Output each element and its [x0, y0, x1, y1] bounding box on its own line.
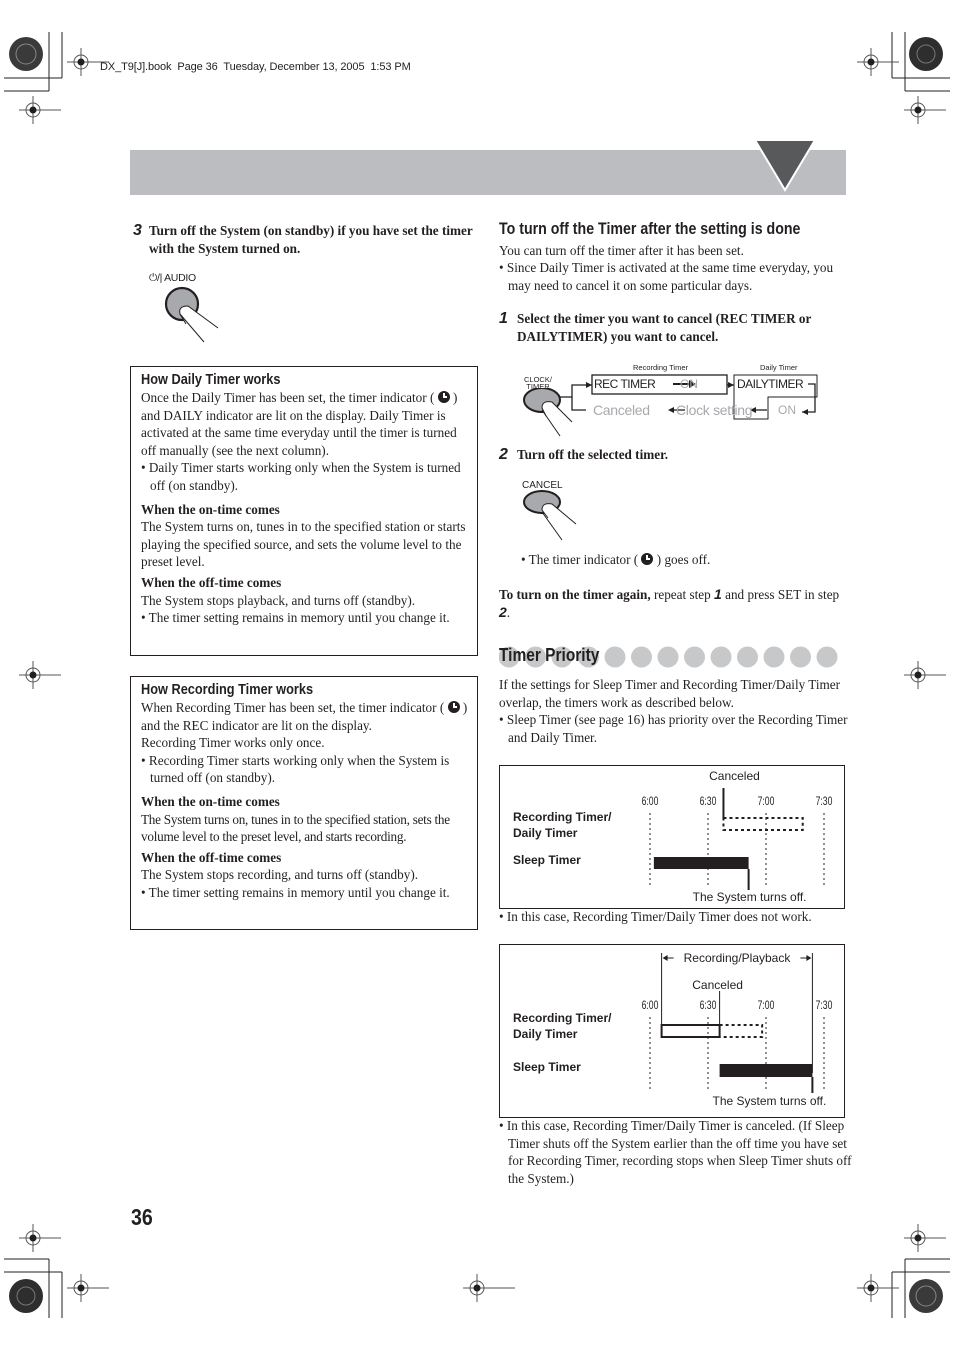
- banner-triangle-icon: [755, 140, 817, 192]
- sleep-timer-bar: [653, 857, 749, 869]
- daily-on-time-text: The System turns on, tunes in to the spe…: [141, 519, 466, 570]
- x-tick-label: 7:00: [758, 1000, 775, 1013]
- page-number: 36: [131, 1204, 153, 1230]
- timer-indicator-icon: [447, 701, 460, 713]
- step-number: 2: [499, 446, 508, 463]
- rec-intro: When Recording Timer has been set, the t…: [141, 700, 468, 733]
- flow-dailytimer: DAILYTIMER: [737, 377, 804, 391]
- rec-on-time-text: The System turns on, tunes in to the spe…: [141, 811, 450, 845]
- priority-intro: If the settings for Sleep Timer and Reco…: [499, 677, 841, 710]
- timer-indicator-icon: [641, 553, 654, 565]
- timer-priority-heading: Timer Priority: [499, 645, 600, 665]
- x-tick-label: 7:00: [758, 796, 775, 809]
- section-banner: [130, 150, 846, 195]
- canceled-label: Canceled: [692, 978, 743, 992]
- heading-dot: [631, 646, 652, 668]
- flow-lines: [560, 374, 818, 420]
- print-header: DX_T9[J].book Page 36 Tuesday, December …: [100, 61, 411, 73]
- case-2-note: • In this case, Recording Timer/Daily Ti…: [499, 1118, 852, 1186]
- daily-off-time-heading: When the off-time comes: [141, 574, 282, 590]
- turn-off-intro: You can turn off the timer after it has …: [499, 243, 744, 258]
- recording-timer-bar: [722, 817, 804, 831]
- indicator-goes-off-note: • The timer indicator ( ) goes off.: [521, 552, 711, 567]
- heading-dot: [737, 646, 758, 668]
- heading-dot: [657, 646, 679, 668]
- system-off-label: The System turns off.: [712, 1094, 826, 1108]
- flow-on-1: ON: [680, 377, 698, 391]
- daily-off-time-text: The System stops playback, and turns off…: [141, 592, 416, 608]
- x-tick-label: 7:30: [816, 1000, 833, 1013]
- daily-bullet-1: • Daily Timer starts working only when t…: [141, 460, 461, 493]
- step-1-text: Select the timer you want to cancel (REC…: [517, 311, 812, 344]
- turn-off-step-1: 1 Select the timer you want to cancel (R…: [499, 310, 845, 346]
- rec-bullet-1: • Recording Timer starts working only wh…: [141, 752, 450, 786]
- step-3: 3 Turn off the System (on standby) if yo…: [133, 222, 478, 258]
- row-label-rec: Recording Timer/: [513, 810, 612, 824]
- timer-selection-flow: CLOCK/ TIMER Recording Timer Daily Timer…: [520, 360, 820, 440]
- case-1-note: • In this case, Recording Timer/Daily Ti…: [499, 909, 812, 924]
- how-recording-timer-works-box: How Recording Timer works When Recording…: [130, 676, 478, 930]
- turn-off-step-2: 2 Turn off the selected timer.: [499, 446, 845, 464]
- flow-rec-timer: REC TIMER: [594, 377, 656, 391]
- recording-playback-label: Recording/Playback: [684, 951, 792, 965]
- turn-off-bullet: • Since Daily Timer is activated at the …: [499, 260, 834, 293]
- heading-dot: [816, 646, 838, 668]
- daily-intro: Once the Daily Timer has been set, the t…: [141, 390, 458, 458]
- x-tick-label: 6:30: [700, 1000, 717, 1013]
- priority-case-2-chart: 6:00 6:30 7:00 7:30 Recording/Playback Cancel…: [499, 944, 845, 1118]
- how-daily-timer-works-box: How Daily Timer works Once the Daily Tim…: [130, 366, 478, 656]
- step-2-text: Turn off the selected timer.: [517, 447, 669, 462]
- canceled-label: Canceled: [709, 769, 760, 783]
- x-tick-label: 6:00: [642, 1000, 659, 1013]
- daily-on-time-heading: When the on-time comes: [141, 501, 280, 517]
- sleep-timer-bar: [719, 1064, 813, 1077]
- rec-off-time-heading: When the off-time comes: [141, 849, 282, 865]
- cancel-button-press-icon: [523, 490, 577, 541]
- row-label-daily: Daily Timer: [513, 1027, 578, 1041]
- heading-dot: [710, 646, 732, 668]
- flow-canceled: Canceled: [593, 402, 650, 418]
- recording-timer-active-bar: [660, 1024, 721, 1038]
- x-tick-label: 7:30: [816, 796, 833, 809]
- heading-dot: [604, 646, 626, 668]
- rec-bullet-2: • The timer setting remains in memory un…: [141, 884, 450, 900]
- heading-dot: [763, 646, 785, 668]
- rec-off-time-text: The System stops recording, and turns of…: [141, 867, 419, 883]
- row-label-daily: Daily Timer: [513, 826, 578, 840]
- row-label-rec: Recording Timer/: [513, 1011, 612, 1025]
- heading-dot: [790, 646, 811, 668]
- turn-on-again-note: To turn on the timer again, repeat step …: [499, 586, 840, 620]
- timer-indicator-icon: [437, 391, 450, 403]
- rec-on-time-heading: When the on-time comes: [141, 793, 280, 809]
- step-3-text: Turn off the System (on standby) if you …: [149, 223, 473, 256]
- x-tick-label: 6:00: [642, 796, 659, 809]
- x-tick-label: 6:30: [700, 796, 717, 809]
- rec-intro-2: Recording Timer works only once.: [141, 735, 325, 751]
- box-title: How Recording Timer works: [141, 682, 314, 698]
- turn-off-timer-heading: To turn off the Timer after the setting …: [499, 220, 801, 238]
- flow-on-2: ON: [778, 403, 796, 417]
- row-label-sleep: Sleep Timer: [513, 853, 581, 867]
- recording-timer-canceled-bar: [719, 1024, 764, 1038]
- priority-bullet: • Sleep Timer (see page 16) has priority…: [499, 712, 848, 745]
- flow-clock-setting: Clock setting: [676, 402, 753, 418]
- audio-button-press-icon: [164, 286, 219, 343]
- step-number: 1: [499, 310, 508, 327]
- system-off-label: The System turns off.: [693, 890, 807, 904]
- priority-case-1-chart: 6:00 6:30 7:00 7:30 Canceled The System turns…: [499, 765, 845, 909]
- daily-bullet-2: • The timer setting remains in memory un…: [141, 610, 450, 626]
- heading-dot: [684, 646, 705, 668]
- row-label-sleep: Sleep Timer: [513, 1060, 581, 1074]
- step-number: 3: [133, 222, 142, 239]
- box-title: How Daily Timer works: [141, 372, 281, 388]
